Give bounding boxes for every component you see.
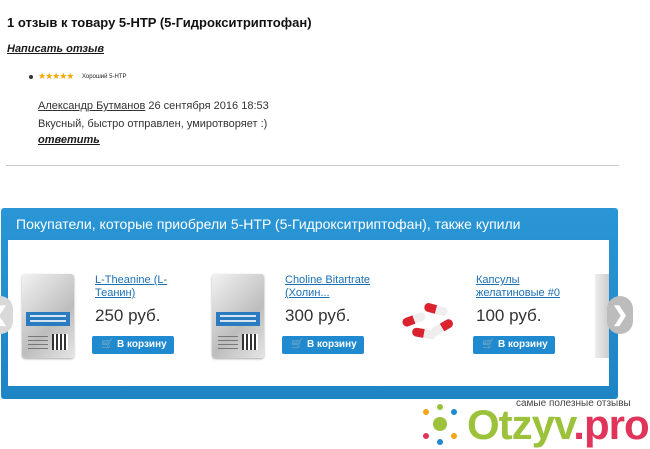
cart-icon: 🛒 <box>101 339 114 350</box>
rating-label: Хороший 5-HTP <box>82 74 127 80</box>
add-to-cart-button[interactable]: 🛒 В корзину <box>92 336 174 354</box>
product-image-l-theanine[interactable] <box>22 274 74 358</box>
write-review-link[interactable]: Написать отзыв <box>7 43 104 55</box>
product-link-l-theanine[interactable]: L-Theanine (L- Теанин) <box>95 274 195 300</box>
product-price: 300 руб. <box>285 306 351 325</box>
divider <box>6 165 619 166</box>
product-price: 100 руб. <box>476 306 542 325</box>
review-text: Вкусный, быстро отправлен, умиротворяет … <box>38 118 268 130</box>
review-meta: Александр Бутманов 26 сентября 2016 18:5… <box>38 100 269 112</box>
review-author-link[interactable]: Александр Бутманов <box>38 100 145 112</box>
product-price: 250 руб. <box>95 306 161 325</box>
otzyv-logo: Otzyv.pro <box>467 401 650 448</box>
cart-icon: 🛒 <box>482 339 495 350</box>
product-image-capsules[interactable] <box>400 301 460 341</box>
add-to-cart-button[interactable]: 🛒 В корзину <box>473 336 555 354</box>
review-date: 26 сентября 2016 18:53 <box>148 100 269 112</box>
also-bought-title: Покупатели, которые приобрели 5-HTP (5-Г… <box>16 216 521 232</box>
list-bullet <box>29 75 33 79</box>
reply-link[interactable]: ответить <box>38 134 100 146</box>
rating-stars-icon: ★★★★★ <box>38 71 74 81</box>
product-link-choline[interactable]: Choline Bitartrate (Холин... <box>285 274 385 300</box>
product-link-capsules[interactable]: Капсулы желатиновые #0 <box>476 274 576 300</box>
product-image-choline[interactable] <box>212 274 264 358</box>
reviews-title: 1 отзыв к товару 5-HTP (5-Гидрокситрипто… <box>7 15 312 30</box>
carousel-next-button[interactable]: ❯ <box>607 296 633 334</box>
add-to-cart-button[interactable]: 🛒 В корзину <box>282 336 364 354</box>
cart-icon: 🛒 <box>291 339 304 350</box>
otzyv-logo-icon <box>423 404 457 445</box>
